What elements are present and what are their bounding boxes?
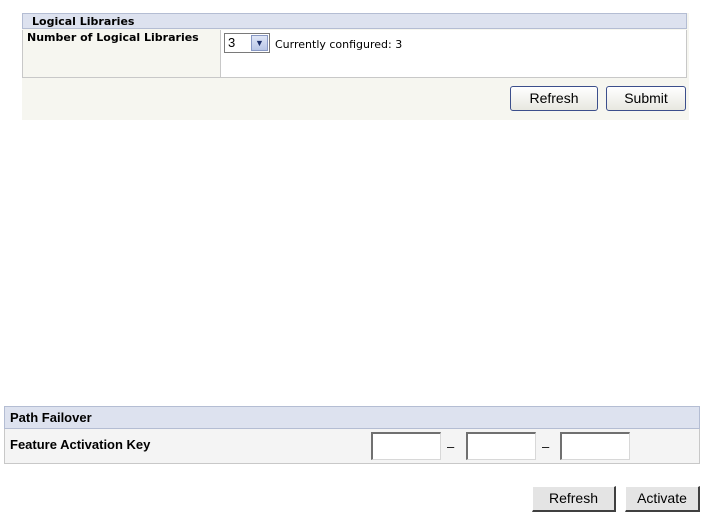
number-of-logical-libraries-row: Number of Logical Libraries 3 ▼ Currentl…: [22, 30, 687, 78]
feature-activation-key-label: Feature Activation Key: [10, 437, 151, 452]
logical-libraries-panel: Logical Libraries Number of Logical Libr…: [22, 13, 689, 120]
activation-key-field-2[interactable]: [466, 432, 536, 460]
path-failover-refresh-button[interactable]: Refresh: [532, 486, 616, 512]
chevron-down-icon[interactable]: ▼: [251, 35, 268, 51]
logical-libraries-refresh-button[interactable]: Refresh: [510, 86, 598, 111]
key-separator: –: [542, 439, 550, 454]
activation-key-field-1[interactable]: [371, 432, 441, 460]
number-of-logical-libraries-value-cell: 3 ▼ Currently configured: 3: [221, 30, 686, 77]
key-separator: –: [447, 439, 455, 454]
logical-libraries-submit-button[interactable]: Submit: [606, 86, 686, 111]
logical-libraries-title: Logical Libraries: [22, 13, 687, 29]
activation-key-field-3[interactable]: [560, 432, 630, 460]
number-of-logical-libraries-label: Number of Logical Libraries: [23, 30, 221, 77]
logical-libraries-count-value: 3: [228, 35, 236, 50]
currently-configured-text: Currently configured: 3: [275, 38, 403, 51]
feature-activation-key-row: Feature Activation Key – –: [4, 429, 700, 464]
path-failover-activate-button[interactable]: Activate: [625, 486, 700, 512]
logical-libraries-count-select[interactable]: 3 ▼: [224, 33, 270, 53]
path-failover-title: Path Failover: [4, 406, 700, 429]
